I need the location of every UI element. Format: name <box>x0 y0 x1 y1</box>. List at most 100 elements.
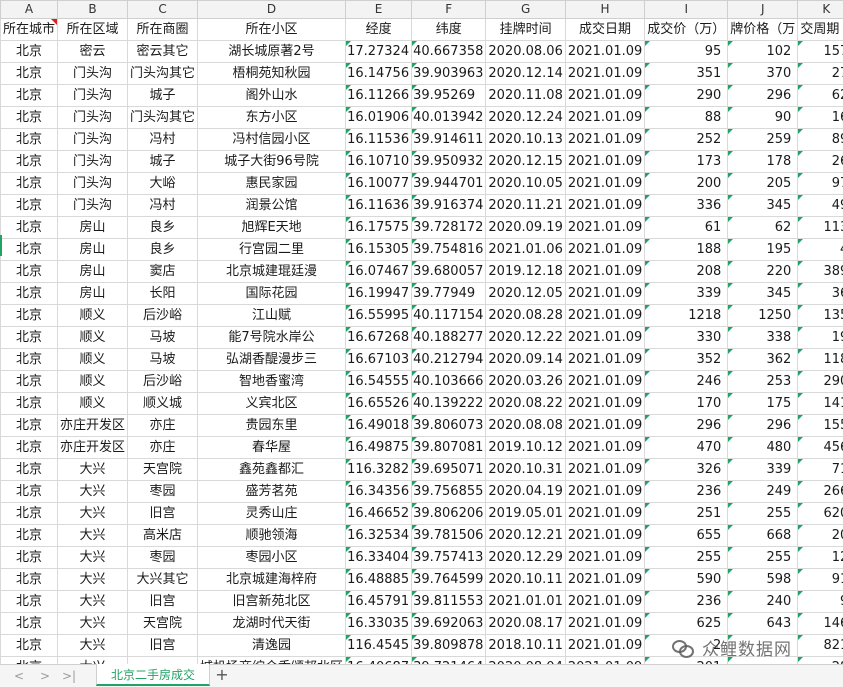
table-cell[interactable]: 房山 <box>58 239 128 261</box>
table-cell[interactable]: 39.695071 <box>412 459 486 481</box>
table-cell[interactable]: 220 <box>728 261 798 283</box>
next-sheet-icon[interactable]: > <box>38 668 52 684</box>
table-cell[interactable]: 2020.12.21 <box>486 525 565 547</box>
table-cell[interactable]: 39.764599 <box>412 569 486 591</box>
table-cell[interactable]: 16.49018 <box>346 415 412 437</box>
table-cell[interactable]: 2021.01.01 <box>486 591 565 613</box>
table-cell[interactable]: 91 <box>798 569 843 591</box>
table-cell[interactable]: 冯村 <box>128 129 198 151</box>
table-cell[interactable]: 2019.12.18 <box>486 261 565 283</box>
table-cell[interactable]: 冯村 <box>128 195 198 217</box>
column-letter-k[interactable]: K <box>798 1 843 19</box>
table-cell[interactable]: 2021.01.09 <box>565 547 644 569</box>
table-cell[interactable]: 2020.08.06 <box>486 41 565 63</box>
table-cell[interactable]: 门头沟 <box>58 195 128 217</box>
table-cell[interactable]: 旧宫 <box>128 635 198 657</box>
table-cell[interactable]: 71 <box>798 459 843 481</box>
table-cell[interactable]: 339 <box>645 283 728 305</box>
table-cell[interactable]: 236 <box>645 591 728 613</box>
table-cell[interactable]: 2020.12.15 <box>486 151 565 173</box>
table-cell[interactable]: 16.10077 <box>346 173 412 195</box>
table-cell[interactable]: 336 <box>645 195 728 217</box>
column-letter-j[interactable]: J <box>728 1 798 19</box>
table-cell[interactable]: 北京 <box>1 393 58 415</box>
table-cell[interactable]: 116.3282 <box>346 459 412 481</box>
table-cell[interactable]: 16.54555 <box>346 371 412 393</box>
column-letter-e[interactable]: E <box>346 1 412 19</box>
last-sheet-icon[interactable]: >| <box>62 668 76 684</box>
table-cell[interactable]: 2020.08.22 <box>486 393 565 415</box>
table-cell[interactable]: 2020.08.04 <box>486 657 565 665</box>
table-cell[interactable]: 2020.08.28 <box>486 305 565 327</box>
table-cell[interactable]: 255 <box>645 547 728 569</box>
header-cell[interactable]: 所在商圈 <box>128 19 198 41</box>
table-cell[interactable]: 北京 <box>1 547 58 569</box>
table-cell[interactable]: 2020.04.19 <box>486 481 565 503</box>
table-cell[interactable]: 旧宫新苑北区 <box>198 591 346 613</box>
table-cell[interactable]: 470 <box>645 437 728 459</box>
sheet-tab-active[interactable]: 北京二手房成交 <box>96 664 210 686</box>
table-cell[interactable]: 门头沟 <box>58 151 128 173</box>
data-table[interactable]: ABCDEFGHIJK 所在城市所在区域所在商圈所在小区经度纬度挂牌时间成交日期… <box>0 0 843 664</box>
table-cell[interactable]: 40.103666 <box>412 371 486 393</box>
table-cell[interactable]: 39.721464 <box>412 657 486 665</box>
table-cell[interactable]: 2021.01.09 <box>565 437 644 459</box>
table-cell[interactable]: 39.950932 <box>412 151 486 173</box>
table-cell[interactable]: 清逸园 <box>198 635 346 657</box>
table-cell[interactable]: 门头沟 <box>58 63 128 85</box>
table-cell[interactable]: 城机场商综合香颂邦北区 <box>198 657 346 665</box>
table-cell[interactable]: 2021.01.09 <box>565 129 644 151</box>
table-cell[interactable]: 39.692063 <box>412 613 486 635</box>
table-cell[interactable]: 16.11636 <box>346 195 412 217</box>
header-cell[interactable]: 成交日期 <box>565 19 644 41</box>
table-cell[interactable]: 2021.01.09 <box>565 327 644 349</box>
table-cell[interactable]: 200 <box>645 173 728 195</box>
table-cell[interactable]: 密云 <box>58 41 128 63</box>
table-cell[interactable]: 马坡 <box>128 327 198 349</box>
table-cell[interactable]: 门头沟其它 <box>128 107 198 129</box>
table-cell[interactable]: 2020.10.31 <box>486 459 565 481</box>
table-cell[interactable]: 能7号院水岸公 <box>198 327 346 349</box>
table-cell[interactable]: 655 <box>645 525 728 547</box>
table-cell[interactable]: 北京 <box>1 415 58 437</box>
table-cell[interactable]: 2020.10.13 <box>486 129 565 151</box>
table-cell[interactable]: 16.48885 <box>346 569 412 591</box>
table-cell[interactable]: 9 <box>798 591 843 613</box>
table-cell[interactable]: 旧宫 <box>128 591 198 613</box>
table-cell[interactable]: 北京城建琨廷漫 <box>198 261 346 283</box>
table-cell[interactable]: 大兴 <box>58 569 128 591</box>
table-cell[interactable]: 16.33035 <box>346 613 412 635</box>
table-cell[interactable]: 房山 <box>58 261 128 283</box>
table-cell[interactable]: 2021.01.09 <box>565 503 644 525</box>
table-cell[interactable]: 顺驰领海 <box>198 525 346 547</box>
table-cell[interactable]: 2021.01.09 <box>565 63 644 85</box>
table-cell[interactable]: 389 <box>798 261 843 283</box>
table-cell[interactable]: 39.754816 <box>412 239 486 261</box>
table-cell[interactable]: 2021.01.06 <box>486 239 565 261</box>
table-cell[interactable]: 16.67268 <box>346 327 412 349</box>
table-cell[interactable]: 义宾北区 <box>198 393 346 415</box>
table-cell[interactable]: 东方小区 <box>198 107 346 129</box>
table-cell[interactable]: 16.17575 <box>346 217 412 239</box>
header-cell[interactable]: 所在城市 <box>1 19 58 41</box>
table-cell[interactable]: 39.680057 <box>412 261 486 283</box>
table-cell[interactable]: 城子 <box>128 151 198 173</box>
table-cell[interactable]: 2021.01.09 <box>565 591 644 613</box>
table-cell[interactable]: 北京城建海梓府 <box>198 569 346 591</box>
table-cell[interactable]: 208 <box>645 261 728 283</box>
column-letter-c[interactable]: C <box>128 1 198 19</box>
table-cell[interactable]: 61 <box>645 217 728 239</box>
table-cell[interactable]: 16.45791 <box>346 591 412 613</box>
table-cell[interactable]: 1218 <box>645 305 728 327</box>
table-cell[interactable]: 1250 <box>728 305 798 327</box>
table-cell[interactable]: 16.67103 <box>346 349 412 371</box>
column-letter-a[interactable]: A <box>1 1 58 19</box>
table-cell[interactable]: 2021.01.09 <box>565 613 644 635</box>
table-cell[interactable]: 28 <box>798 657 843 665</box>
table-cell[interactable]: 39.914611 <box>412 129 486 151</box>
table-cell[interactable]: 351 <box>645 63 728 85</box>
table-cell[interactable]: 12 <box>798 547 843 569</box>
table-cell[interactable]: 枣园 <box>128 547 198 569</box>
table-cell[interactable]: 顺义 <box>58 393 128 415</box>
table-cell[interactable]: 大兴 <box>58 481 128 503</box>
